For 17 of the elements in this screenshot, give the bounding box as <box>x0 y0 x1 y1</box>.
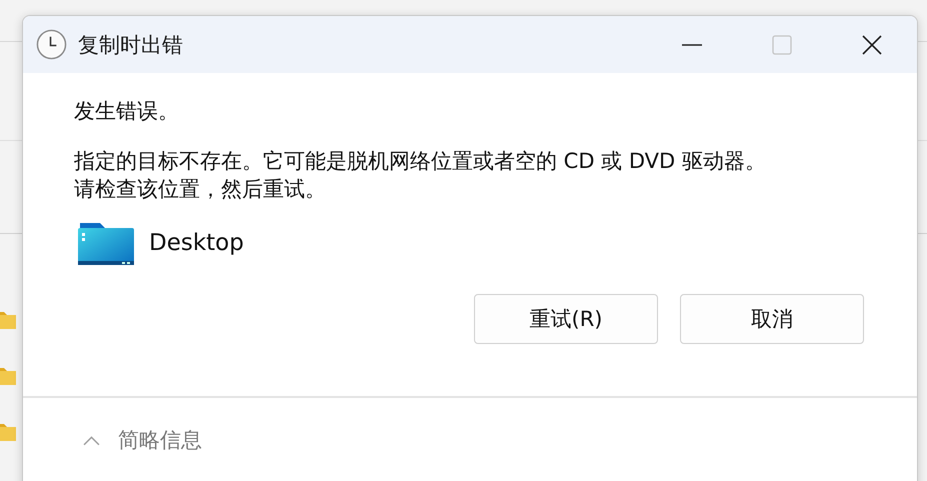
item-name: Desktop <box>149 230 244 256</box>
dialog-button[interactable]: 重试(R) <box>474 294 658 344</box>
error-message-line: 请检查该位置，然后重试。 <box>74 176 326 203</box>
error-message-line: 指定的目标不存在。它可能是脱机网络位置或者空的 CD 或 DVD 驱动器。 <box>74 148 766 175</box>
clock-icon <box>36 29 67 60</box>
error-heading: 发生错误。 <box>74 98 180 125</box>
folder-icon <box>78 221 134 265</box>
folder-icon <box>0 422 16 442</box>
folder-icon <box>0 366 16 386</box>
folder-icon <box>0 310 16 330</box>
minimize-icon <box>682 44 702 46</box>
window-title: 复制时出错 <box>78 32 183 58</box>
dialog-button[interactable]: 取消 <box>680 294 864 344</box>
close-icon <box>862 34 882 54</box>
details-toggle[interactable]: 简略信息 <box>83 426 202 454</box>
caret-icon <box>83 434 100 446</box>
maximize-icon <box>772 34 792 54</box>
